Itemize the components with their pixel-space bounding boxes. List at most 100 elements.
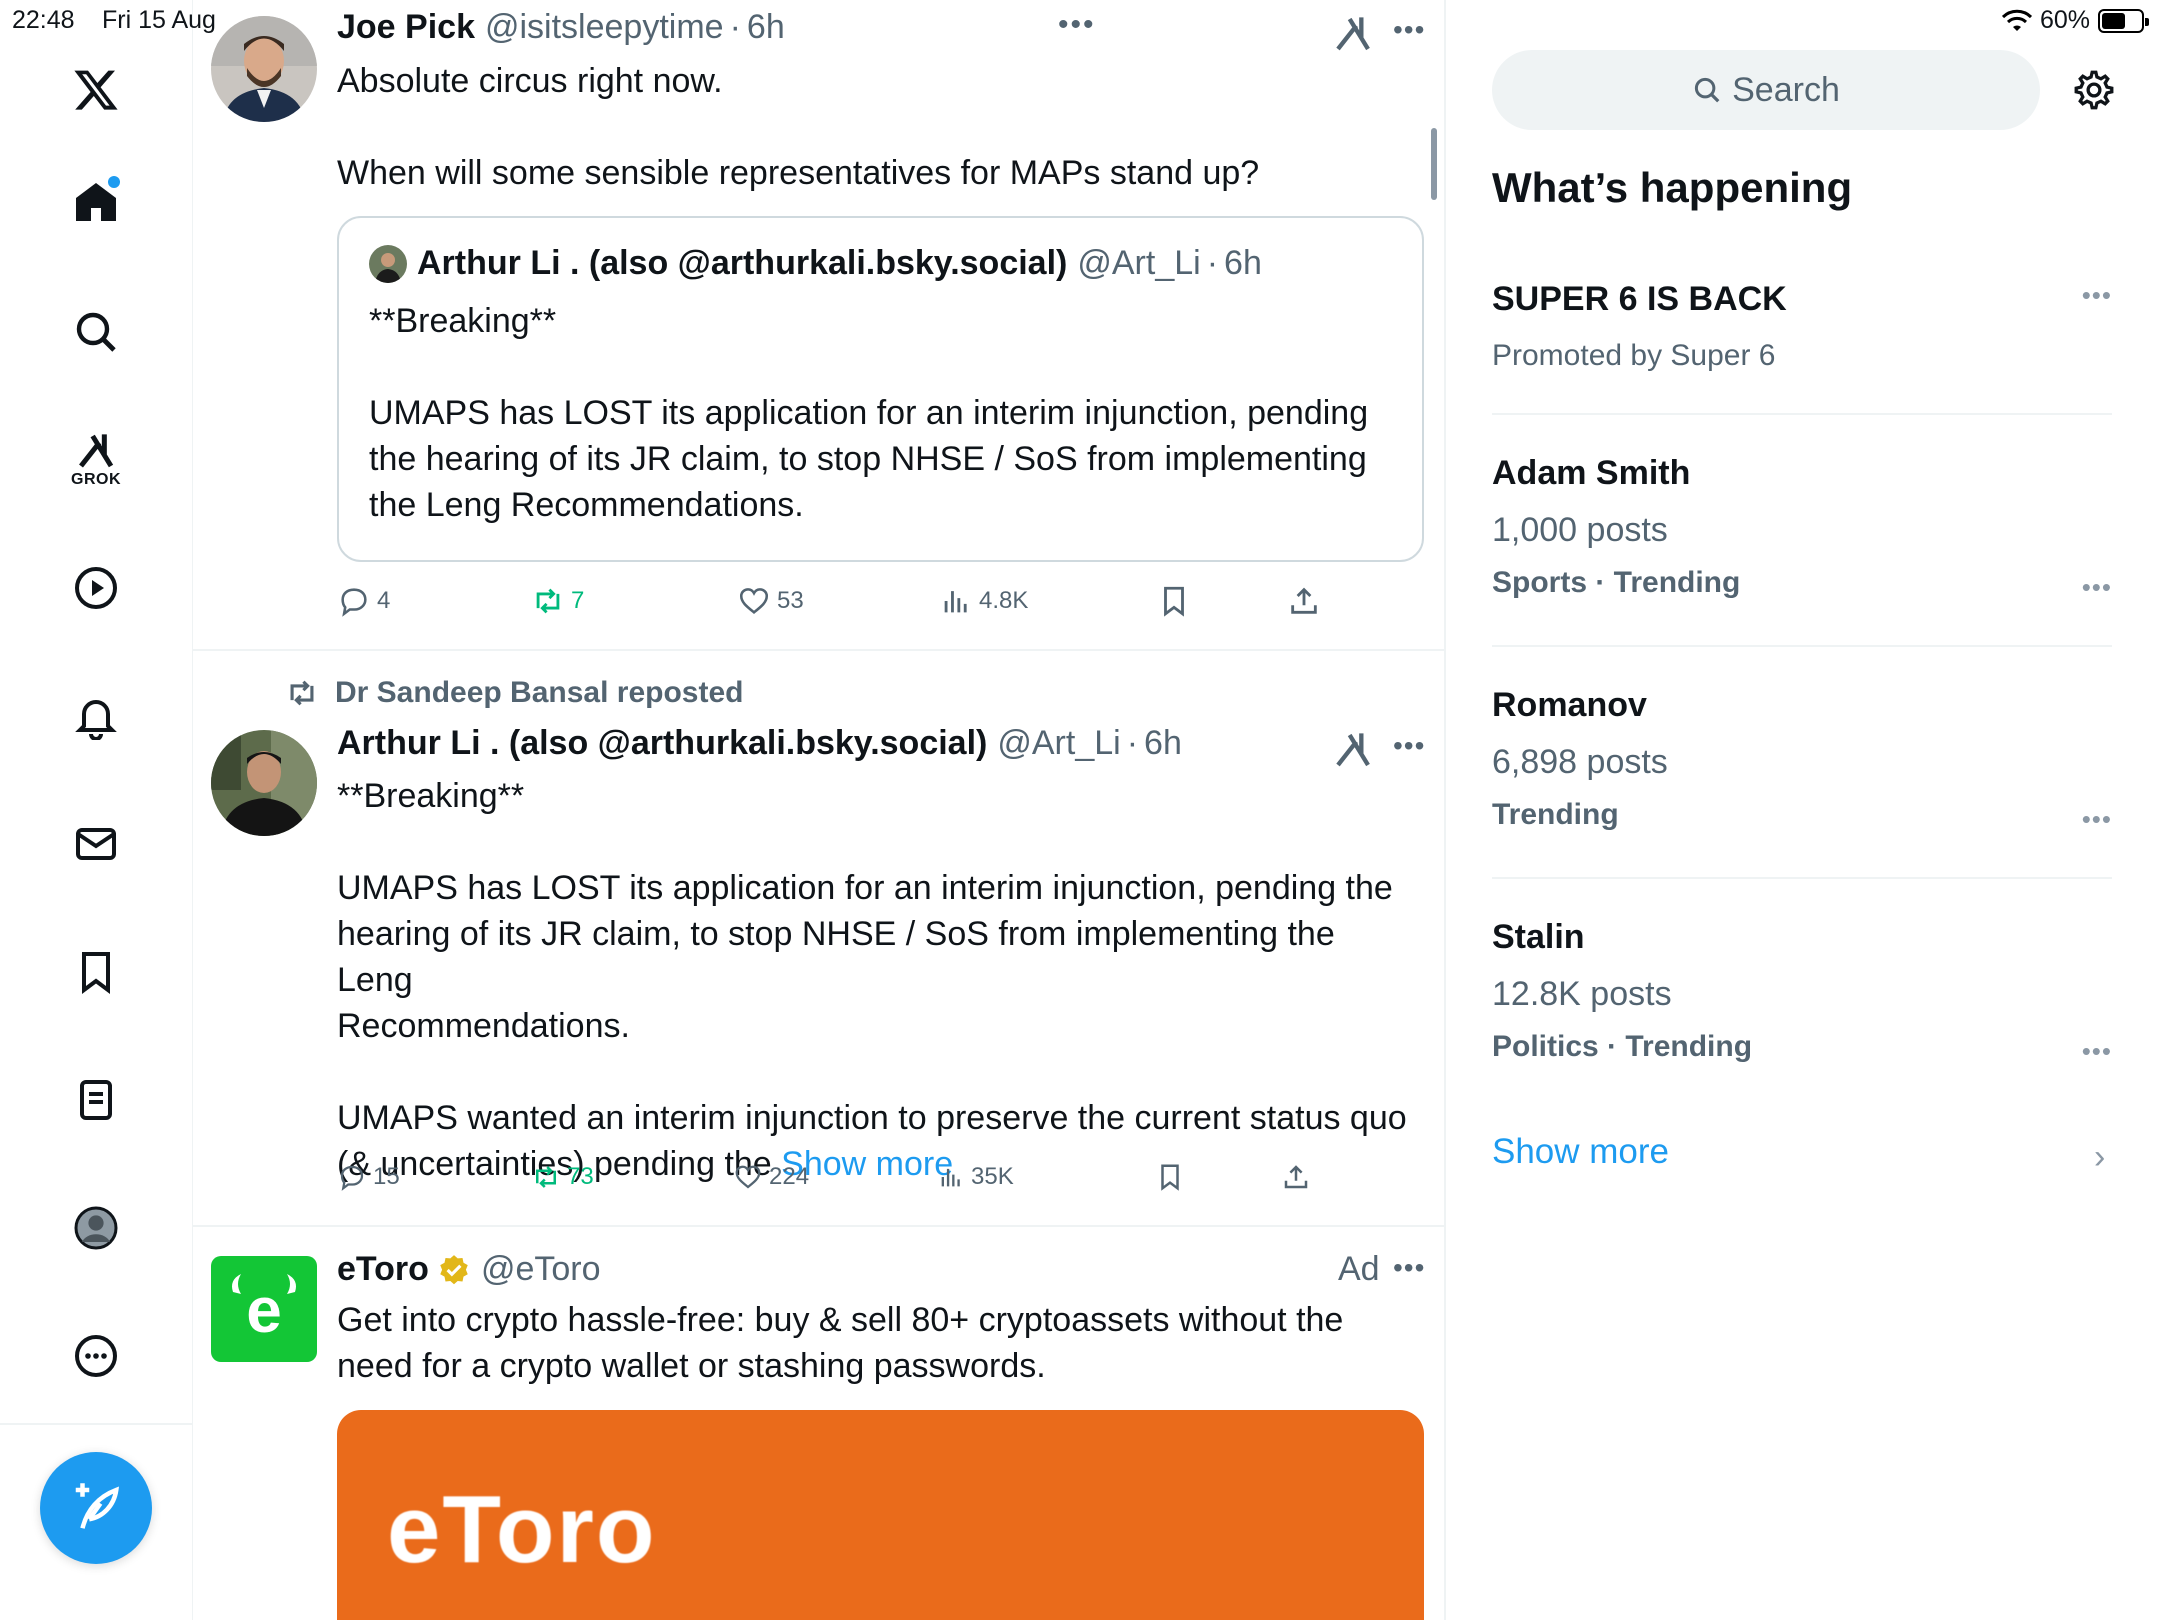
search-input[interactable]: Search xyxy=(1492,50,2040,130)
trend-post-count: 12.8K posts xyxy=(1492,975,1672,1013)
more-options-icon[interactable]: ••• xyxy=(2082,572,2112,603)
trend-post-count: 1,000 posts xyxy=(1492,511,1668,549)
views-button[interactable]: 35K xyxy=(937,1152,1014,1202)
bookmark-button[interactable] xyxy=(1155,1152,1185,1202)
search-icon[interactable] xyxy=(60,296,132,368)
text-line: UMAPS wanted an interim injunction to pr… xyxy=(337,1099,1407,1137)
grok-explain-icon[interactable] xyxy=(1333,730,1373,770)
text-line: the hearing of its JR claim, to stop NHS… xyxy=(369,440,1367,478)
views-button[interactable]: 4.8K xyxy=(939,576,1028,626)
trend-divider xyxy=(1492,413,2112,415)
promoted-trend[interactable]: SUPER 6 IS BACK Promoted by Super 6 ••• xyxy=(1492,280,2112,410)
profile-avatar-icon[interactable] xyxy=(60,1192,132,1264)
battery-icon xyxy=(2098,8,2149,33)
ad-label: Ad xyxy=(1338,1250,1380,1288)
trend-category: Trending xyxy=(1492,798,1619,831)
text-line xyxy=(369,344,1399,390)
bookmark-icon xyxy=(1164,586,1184,617)
view-count: 4.8K xyxy=(979,587,1029,614)
share-button[interactable] xyxy=(1287,576,1321,626)
more-options-icon[interactable]: ••• xyxy=(1393,730,1425,762)
right-sidebar: Search What’s happening SUPER 6 IS BACK … xyxy=(1446,0,2160,1620)
reply-button[interactable]: 4 xyxy=(337,576,390,626)
etoro-avatar-logo[interactable]: e xyxy=(211,1256,317,1362)
reply-icon xyxy=(341,588,367,617)
text-line: When will some sensible representatives … xyxy=(337,154,1260,192)
text-line: **Breaking** xyxy=(337,777,525,815)
reply-button[interactable]: 15 xyxy=(337,1152,400,1202)
repost-icon xyxy=(536,588,560,614)
trend-item[interactable]: Romanov 6,898 posts Trending ••• xyxy=(1492,686,2112,846)
status-bar: 22:48 Fri 15 Aug 60% xyxy=(0,0,2160,40)
repost-button[interactable]: 7 xyxy=(531,576,584,626)
verified-badge-icon xyxy=(440,1254,468,1284)
settings-gear-icon[interactable] xyxy=(2072,68,2116,112)
chevron-right-icon[interactable]: › xyxy=(2094,1138,2105,1177)
like-button[interactable]: 53 xyxy=(737,576,804,626)
trend-title: Romanov xyxy=(1492,686,1647,724)
author-handle[interactable]: @Art_Li xyxy=(997,724,1120,763)
search-placeholder: Search xyxy=(1732,70,1840,109)
text-line: UMAPS has LOST its application for an in… xyxy=(337,869,1393,907)
more-options-icon[interactable] xyxy=(60,1320,132,1392)
compose-feather-icon xyxy=(75,1483,120,1529)
ad-banner-image[interactable]: eToro xyxy=(337,1410,1424,1620)
text-line: hearing of its JR claim, to stop NHSE / … xyxy=(337,915,1335,999)
repost-label: Dr Sandeep Bansal reposted xyxy=(335,676,744,709)
x-logo-icon[interactable] xyxy=(60,54,132,126)
trend-title: Adam Smith xyxy=(1492,454,1691,492)
heart-icon xyxy=(739,588,769,614)
reply-icon xyxy=(340,1165,364,1191)
home-icon[interactable] xyxy=(60,166,132,238)
video-icon[interactable] xyxy=(60,552,132,624)
quote-author-handle[interactable]: @Art_Li xyxy=(1077,244,1200,283)
repost-button[interactable]: 73 xyxy=(531,1152,594,1202)
post-text: **Breaking** UMAPS has LOST its applicat… xyxy=(337,773,1417,1187)
bookmark-icon xyxy=(1161,1164,1179,1191)
quote-header: Arthur Li . (also @arthurkali.bsky.socia… xyxy=(369,244,1262,283)
author-handle[interactable]: @eToro xyxy=(481,1250,601,1289)
repost-attribution[interactable]: Dr Sandeep Bansal reposted xyxy=(285,676,743,710)
home-notification-dot xyxy=(108,176,120,188)
reply-count: 15 xyxy=(373,1163,400,1190)
search-icon xyxy=(1695,77,1720,103)
author-name[interactable]: eToro xyxy=(337,1250,429,1289)
grok-label: GROK xyxy=(71,471,121,488)
quote-avatar xyxy=(369,244,407,283)
status-time: 22:48 xyxy=(12,6,75,34)
trend-post-count: 6,898 posts xyxy=(1492,743,1668,781)
text-line: the Leng Recommendations. xyxy=(369,486,804,524)
quote-text: **Breaking** UMAPS has LOST its applicat… xyxy=(369,298,1399,528)
text-line: need for a crypto wallet or stashing pas… xyxy=(337,1347,1046,1385)
lists-icon[interactable] xyxy=(60,1064,132,1136)
like-button[interactable]: 224 xyxy=(733,1152,809,1202)
post-joe-pick[interactable]: Joe Pick @isitsleepytime · 6h ••• Absolu… xyxy=(193,0,1444,650)
compose-post-button[interactable] xyxy=(40,1452,152,1564)
grok-icon[interactable]: GROK xyxy=(60,420,132,500)
avatar[interactable] xyxy=(211,730,317,836)
more-options-icon[interactable]: ••• xyxy=(2082,280,2112,311)
text-line: **Breaking** xyxy=(369,302,557,340)
share-button[interactable] xyxy=(1281,1152,1311,1202)
quote-author-name[interactable]: Arthur Li . (also @arthurkali.bsky.socia… xyxy=(417,244,1067,283)
heart-icon xyxy=(735,1165,761,1189)
more-options-icon[interactable]: ••• xyxy=(2082,1036,2112,1067)
post-time[interactable]: 6h xyxy=(1144,724,1182,763)
bookmarks-icon[interactable] xyxy=(60,936,132,1008)
author-name[interactable]: Arthur Li . (also @arthurkali.bsky.socia… xyxy=(337,724,987,763)
battery-percent: 60% xyxy=(2039,6,2090,34)
more-options-icon[interactable]: ••• xyxy=(1393,1252,1425,1284)
text-line: UMAPS has LOST its application for an in… xyxy=(369,394,1369,432)
trend-item[interactable]: Adam Smith 1,000 posts Sports · Trending… xyxy=(1492,454,2112,614)
share-icon xyxy=(1291,587,1317,614)
quoted-post[interactable]: Arthur Li . (also @arthurkali.bsky.socia… xyxy=(337,216,1424,562)
more-options-icon[interactable]: ••• xyxy=(2082,804,2112,835)
bookmark-button[interactable] xyxy=(1157,576,1191,626)
text-line: Absolute circus right now. xyxy=(337,62,723,100)
trend-item[interactable]: Stalin 12.8K posts Politics · Trending •… xyxy=(1492,918,2112,1078)
notifications-bell-icon[interactable] xyxy=(60,680,132,752)
show-more-trends-link[interactable]: Show more xyxy=(1492,1132,1669,1172)
messages-envelope-icon[interactable] xyxy=(60,808,132,880)
trend-divider xyxy=(1492,645,2112,647)
post-actions: 4 7 53 4.8K xyxy=(337,576,1337,626)
